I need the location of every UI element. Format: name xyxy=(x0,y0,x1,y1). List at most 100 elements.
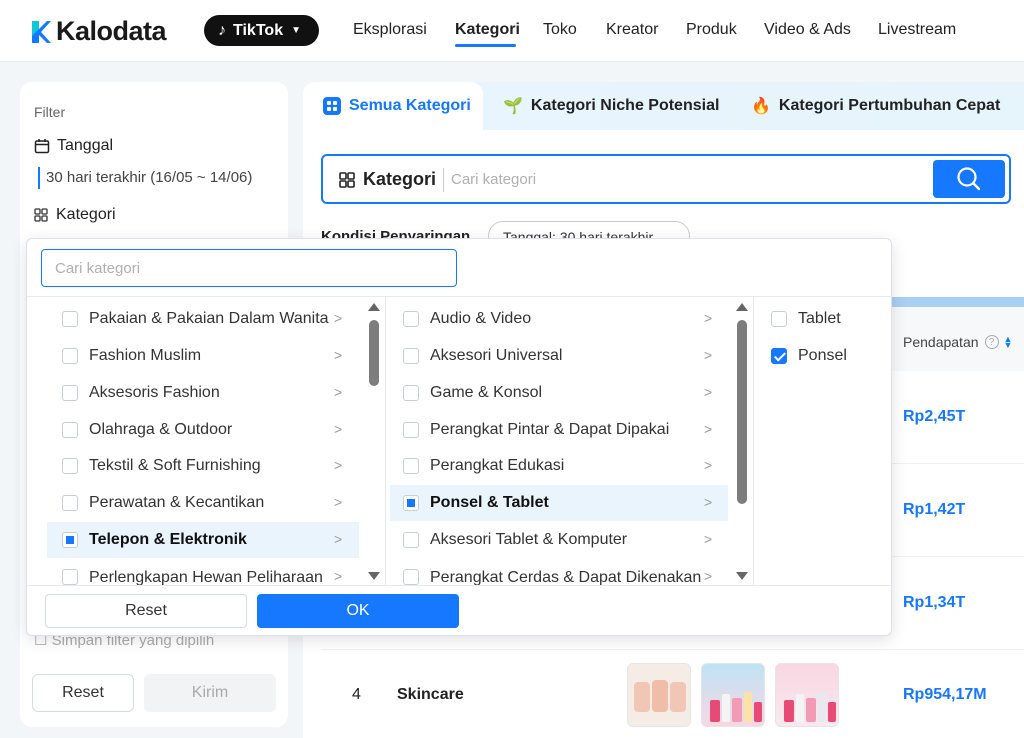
checkbox[interactable] xyxy=(62,422,78,438)
filter-title: Filter xyxy=(34,104,66,120)
chevron-right-icon: > xyxy=(334,494,343,510)
nav-active-indicator xyxy=(455,44,516,47)
scroll-down-arrow[interactable] xyxy=(736,572,748,580)
category-item[interactable]: Fashion Muslim xyxy=(47,338,359,374)
checkbox-checked[interactable] xyxy=(771,348,787,364)
scroll-down-arrow[interactable] xyxy=(368,572,380,580)
checkbox[interactable] xyxy=(403,569,419,585)
revenue-header-label: Pendapatan xyxy=(903,334,979,350)
scrollbar-thumb[interactable] xyxy=(737,320,747,504)
checkbox[interactable] xyxy=(62,311,78,327)
nav-produk[interactable]: Produk xyxy=(686,21,737,39)
nav-livestream[interactable]: Livestream xyxy=(878,21,956,39)
category-item[interactable]: Pakaian & Pakaian Dalam Wanita xyxy=(47,301,359,337)
platform-selector[interactable]: ♪ TikTok ▼ xyxy=(204,15,319,46)
product-thumbnail[interactable] xyxy=(701,663,765,727)
chevron-right-icon: > xyxy=(704,531,713,547)
search-icon xyxy=(957,167,981,191)
tab-pertumbuhan-cepat[interactable]: 🔥 Kategori Pertumbuhan Cepat xyxy=(751,82,1000,130)
row-2-revenue: Rp1,42T xyxy=(903,501,966,518)
category-label: Telepon & Elektronik xyxy=(89,531,247,548)
category-item[interactable]: Aksesoris Fashion xyxy=(47,375,359,411)
dropdown-reset-button[interactable]: Reset xyxy=(45,594,247,628)
nav-video-ads[interactable]: Video & Ads xyxy=(764,21,851,39)
subcategory-item-selected[interactable]: Ponsel & Tablet xyxy=(390,485,728,521)
nav-eksplorasi[interactable]: Eksplorasi xyxy=(353,21,427,39)
category-item[interactable]: Tekstil & Soft Furnishing xyxy=(47,448,359,484)
filter-reset-button[interactable]: Reset xyxy=(32,674,134,712)
dropdown-search-input[interactable]: Cari kategori xyxy=(41,249,457,287)
subcategory-item[interactable]: Perangkat Edukasi xyxy=(390,448,728,484)
chevron-right-icon: > xyxy=(334,347,343,363)
checkbox-partial[interactable] xyxy=(403,495,419,511)
checkbox[interactable] xyxy=(62,348,78,364)
help-icon[interactable]: ? xyxy=(984,335,999,349)
chevron-right-icon: > xyxy=(334,531,343,547)
subcategory-item[interactable]: Perangkat Pintar & Dapat Dipakai xyxy=(390,412,728,448)
kategori-heading: Kategori xyxy=(34,206,116,224)
checkbox[interactable] xyxy=(403,458,419,474)
nav-kategori[interactable]: Kategori xyxy=(455,21,520,39)
category-item-selected[interactable]: Telepon & Elektronik xyxy=(47,522,359,558)
search-button[interactable] xyxy=(933,160,1005,198)
checkbox[interactable] xyxy=(771,311,787,327)
tab-niche-potensial[interactable]: 🌱 Kategori Niche Potensial xyxy=(503,82,719,130)
nav-toko[interactable]: Toko xyxy=(543,21,577,39)
category-item[interactable]: Olahraga & Outdoor xyxy=(47,412,359,448)
product-image xyxy=(634,680,686,712)
subcategory-item[interactable]: Perangkat Cerdas & Dapat Dikenakan xyxy=(390,559,728,585)
kalodata-logo[interactable]: Kalodata xyxy=(30,16,167,47)
category-item[interactable]: Perawatan & Kecantikan xyxy=(47,485,359,521)
product-thumbnail[interactable] xyxy=(775,663,839,727)
subcategory-item[interactable]: Audio & Video xyxy=(390,301,728,337)
search-input[interactable]: Cari kategori xyxy=(451,171,536,188)
category-label: Tekstil & Soft Furnishing xyxy=(89,457,261,474)
product-image xyxy=(784,692,836,722)
row-3-revenue: Rp1,34T xyxy=(903,594,966,611)
category-item[interactable]: Perlengkapan Hewan Peliharaan xyxy=(47,559,359,585)
chevron-right-icon: > xyxy=(334,384,343,400)
search-label-text: Kategori xyxy=(363,169,437,189)
chevron-right-icon: > xyxy=(704,457,713,473)
subcategory-label: Game & Konsol xyxy=(430,384,543,401)
grid-icon xyxy=(339,171,355,188)
product-thumbnail[interactable] xyxy=(627,663,691,727)
revenue-column-header[interactable]: Pendapatan ? ▲ ▼ xyxy=(903,334,1012,350)
chevron-right-icon: > xyxy=(704,421,713,437)
checkbox[interactable] xyxy=(403,311,419,327)
grid-icon xyxy=(34,208,48,222)
divider xyxy=(27,296,893,297)
category-label: Fashion Muslim xyxy=(89,347,202,364)
checkbox[interactable] xyxy=(62,458,78,474)
checkbox[interactable] xyxy=(62,385,78,401)
subcategory-item[interactable]: Game & Konsol xyxy=(390,375,728,411)
scrollbar-thumb[interactable] xyxy=(369,320,379,386)
leaf-category-item[interactable]: Tablet xyxy=(758,301,888,337)
subcategory-item[interactable]: Aksesori Universal xyxy=(390,338,728,374)
row-4-name[interactable]: Skincare xyxy=(397,686,464,704)
checkbox[interactable] xyxy=(403,385,419,401)
scroll-up-arrow[interactable] xyxy=(368,303,380,311)
checkbox[interactable] xyxy=(403,422,419,438)
subcategory-item[interactable]: Aksesori Tablet & Komputer xyxy=(390,522,728,558)
leaf-category-item[interactable]: Ponsel xyxy=(758,338,888,374)
dropdown-ok-button[interactable]: OK xyxy=(257,594,459,628)
tab-label: Kategori Niche Potensial xyxy=(530,97,720,114)
checkbox-partial[interactable] xyxy=(62,532,78,548)
checkbox[interactable] xyxy=(403,348,419,364)
chevron-right-icon: > xyxy=(704,568,713,584)
search-category-label: Kategori xyxy=(339,169,436,190)
filter-submit-button[interactable]: Kirim xyxy=(144,674,276,712)
tab-semua-kategori[interactable]: Semua Kategori xyxy=(303,82,483,130)
sprout-icon: 🌱 xyxy=(503,98,523,115)
nav-kreator[interactable]: Kreator xyxy=(606,21,658,39)
sort-icon[interactable]: ▲ ▼ xyxy=(1004,335,1013,350)
divider xyxy=(27,585,893,586)
checkbox[interactable] xyxy=(403,532,419,548)
date-range[interactable]: 30 hari terakhir (16/05 ~ 14/06) xyxy=(38,167,252,189)
category-search-bar[interactable]: Kategori Cari kategori xyxy=(321,154,1011,204)
checkbox[interactable] xyxy=(62,495,78,511)
checkbox[interactable] xyxy=(62,569,78,585)
scroll-up-arrow[interactable] xyxy=(736,303,748,311)
kategori-label: Kategori xyxy=(56,206,116,223)
